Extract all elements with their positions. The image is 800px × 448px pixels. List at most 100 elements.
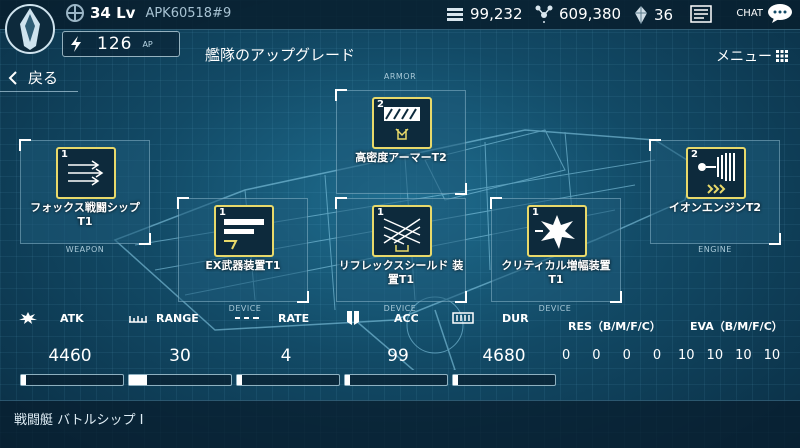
eva-label: EVA（B/M/F/C） [690, 320, 783, 333]
stat-bar-fill [21, 375, 27, 385]
module-name: イオンエンジンT2 [668, 201, 762, 214]
res-value: 0 [562, 348, 571, 363]
module-tier: 1 [532, 207, 539, 218]
chat-button[interactable]: CHAT [736, 2, 794, 24]
burst-icon [19, 312, 37, 324]
module-tier: 1 [377, 207, 384, 218]
molecule-icon [535, 5, 553, 23]
crystal-icon [635, 6, 647, 24]
eva-value: 10 [735, 348, 752, 363]
stat-bar-fill [345, 375, 351, 385]
dash-icon [235, 317, 259, 319]
grid-menu-icon [776, 50, 788, 62]
stat-atk: ATK 4460 [18, 310, 128, 366]
stat-value: 4680 [482, 346, 526, 366]
player-level: 34 Lv [90, 4, 136, 22]
stat-label: ATK [60, 311, 84, 325]
stat-range: RANGE 30 [128, 310, 238, 366]
metal-value: 609,380 [559, 5, 622, 23]
res-label: RES（B/M/F/C） [568, 320, 661, 333]
chevron-left-icon [8, 70, 17, 85]
module-card-device-2[interactable]: 1 リフレックスシールド 装置T1 [335, 197, 467, 303]
ap-meter: 126 AP [62, 31, 180, 57]
stat-bar-dur [452, 374, 556, 386]
back-label: 戻る [28, 69, 59, 87]
device-module-icon: 1 [214, 205, 274, 257]
player-level-group: 34 Lv APK60518#9 [66, 4, 231, 22]
eva-values: 10 10 10 10 [678, 348, 780, 363]
credits-value: 99,232 [470, 5, 523, 23]
stat-label: DUR [502, 311, 529, 325]
stat-bar-acc [344, 374, 448, 386]
engine-module-icon: 2 [686, 147, 746, 199]
ap-unit: AP [142, 39, 153, 49]
module-name: EX武器装置T1 [205, 259, 281, 272]
module-card-weapon[interactable]: 1 フォックス戦闘シップ T1 [19, 139, 151, 245]
stat-label: RANGE [156, 311, 199, 325]
stat-value: 4460 [48, 346, 92, 366]
stat-bar-atk [20, 374, 124, 386]
slot-label-engine: ENGINE [698, 245, 732, 254]
stat-value: 30 [169, 346, 191, 366]
res-value: 0 [622, 348, 631, 363]
stat-rate: RATE 4 [234, 310, 344, 366]
stat-bar-fill [453, 375, 459, 385]
battery-icon [452, 312, 474, 324]
bottom-panel: 戦闘艇 バトルシップ I [0, 400, 800, 448]
crystal-resource: 36 [634, 5, 673, 25]
module-name: クリティカル増幅装置 T1 [501, 259, 611, 286]
stat-bar-range [128, 374, 232, 386]
speech-bubble-icon [768, 4, 792, 23]
stat-label: ACC [394, 311, 419, 325]
shield-module-icon: 1 [372, 205, 432, 257]
stats-panel: ATK 4460 RANGE 30 RATE 4 ACC 99 DUR 4680… [0, 310, 800, 390]
credits-resource: 99,232 [446, 5, 523, 23]
stat-acc: ACC 99 [346, 310, 456, 366]
back-button[interactable]: 戻る [0, 64, 78, 92]
res-value: 0 [592, 348, 601, 363]
eva-value: 10 [678, 348, 695, 363]
weapon-module-icon: 1 [56, 147, 116, 199]
res-values: 0 0 0 0 [562, 348, 661, 363]
ruler-icon [129, 316, 147, 323]
globe-icon [66, 4, 84, 22]
crystal-value: 36 [654, 6, 674, 24]
player-uid: APK60518#9 [145, 5, 232, 21]
ap-value: 126 [97, 34, 133, 54]
chat-label: CHAT [736, 7, 763, 19]
mail-icon[interactable] [690, 5, 712, 23]
stat-bar-fill [129, 375, 148, 385]
module-tier: 1 [219, 207, 226, 218]
ship-class-label: 戦闘艇 バトルシップ I [14, 413, 144, 428]
stack-icon [447, 8, 463, 21]
eva-value: 10 [706, 348, 724, 363]
module-card-engine[interactable]: 2 イオンエンジンT2 [649, 139, 781, 245]
metal-resource: 609,380 [535, 5, 621, 23]
menu-button[interactable]: メニュー [716, 46, 788, 66]
stat-label: RATE [278, 311, 310, 325]
module-name: リフレックスシールド 装置T1 [338, 259, 464, 286]
module-name: 高密度アーマーT2 [355, 151, 447, 164]
menu-label: メニュー [716, 49, 772, 65]
module-card-device-3[interactable]: 1 クリティカル増幅装置 T1 [490, 197, 622, 303]
module-tier: 2 [691, 149, 698, 160]
stat-value: 99 [387, 346, 409, 366]
res-value: 0 [652, 348, 662, 363]
top-bar: 34 Lv APK60518#9 99,232 609,380 36 CHAT [0, 0, 800, 30]
stat-bar-fill [237, 375, 243, 385]
module-tier: 1 [61, 149, 68, 160]
slot-label-armor: ARMOR [383, 72, 417, 81]
module-name: フォックス戦闘シップ T1 [30, 201, 140, 228]
armor-module-icon: 2 [372, 97, 432, 149]
module-card-device-1[interactable]: 1 EX武器装置T1 [177, 197, 309, 303]
page-title: 艦隊のアップグレード [205, 46, 356, 64]
faction-emblem-icon[interactable] [4, 2, 56, 56]
module-card-armor[interactable]: 2 高密度アーマーT2 [335, 89, 467, 195]
stat-bar-rate [236, 374, 340, 386]
module-tier: 2 [377, 99, 384, 110]
eva-value: 10 [763, 348, 781, 363]
lightning-icon [71, 36, 81, 52]
critical-module-icon: 1 [527, 205, 587, 257]
slot-label-weapon: WEAPON [65, 245, 105, 254]
stat-value: 4 [280, 346, 292, 366]
